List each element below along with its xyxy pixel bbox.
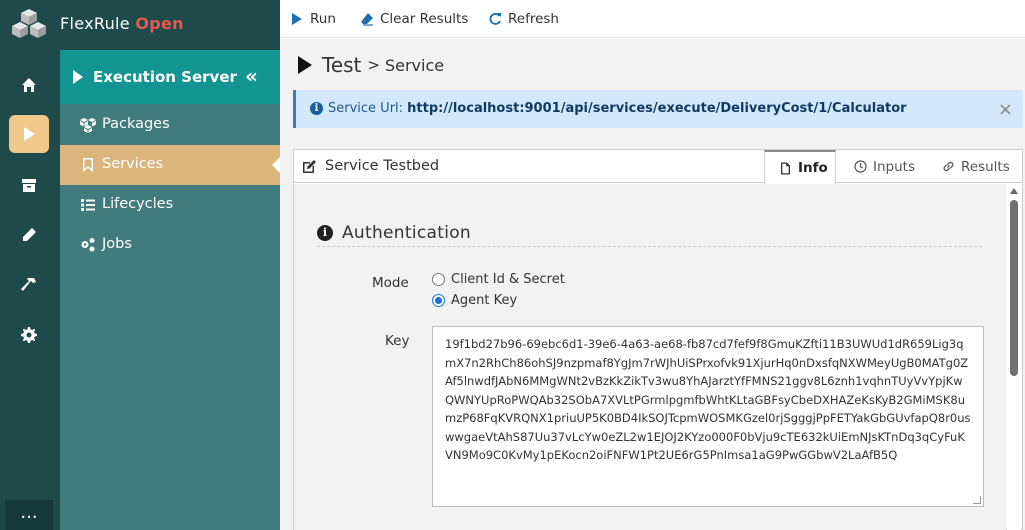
scroll-up-icon[interactable]	[1010, 188, 1018, 194]
gear-icon	[21, 327, 37, 343]
rail-archive-button[interactable]	[9, 166, 49, 204]
sidebar-item-jobs[interactable]: Jobs	[60, 225, 280, 265]
list-icon	[80, 197, 96, 213]
alert-prefix: Service Url:	[328, 101, 408, 116]
scroll-thumb[interactable]	[1010, 200, 1018, 376]
sidebar-item-lifecycles[interactable]: Lifecycles	[60, 185, 280, 225]
sidebar-item-services[interactable]: Services	[60, 145, 280, 185]
play-icon	[73, 70, 83, 84]
info-icon: i	[310, 102, 323, 115]
section-title: Authentication	[342, 222, 471, 243]
edit-icon	[303, 159, 316, 173]
radio-button-selected[interactable]	[432, 294, 445, 307]
tab-info[interactable]: Info	[764, 150, 836, 184]
collapse-sidebar-icon[interactable]: «	[245, 64, 258, 88]
mode-label: Mode	[372, 275, 409, 291]
service-testbed-panel: Service Testbed Info Inputs Results i Au…	[293, 149, 1023, 530]
main-content: Test > Service i Service Url: http://loc…	[280, 39, 1025, 530]
service-url: http://localhost:9001/api/services/execu…	[407, 101, 907, 116]
sidebar-item-label: Packages	[102, 116, 170, 132]
app-edition: Open	[135, 14, 184, 33]
sidebar-header: Execution Server «	[60, 50, 280, 104]
sidebar-item-packages[interactable]: Packages	[60, 105, 280, 145]
file-icon	[781, 162, 790, 174]
play-icon	[298, 56, 312, 74]
app-header: FlexRule Open	[0, 0, 280, 50]
tab-inputs[interactable]: Inputs	[854, 150, 915, 183]
key-value: 19f1bd27b96-69ebc6d1-39e6-4a63-ae68-fb87…	[445, 337, 971, 462]
sidebar-item-label: Services	[102, 156, 164, 172]
run-button[interactable]: Run	[290, 9, 336, 29]
tab-label: Inputs	[873, 158, 915, 175]
alert-text: Service Url: http://localhost:9001/api/s…	[328, 101, 907, 116]
breadcrumb-separator: >	[367, 56, 380, 74]
panel-title-text: Service Testbed	[325, 158, 440, 174]
authentication-section: i Authentication	[317, 219, 982, 247]
run-label: Run	[310, 11, 336, 27]
resize-handle-icon[interactable]	[973, 496, 981, 504]
hammer-icon	[21, 278, 36, 291]
panel-scrollbar[interactable]	[1007, 184, 1021, 530]
radio-agent-key[interactable]: Agent Key	[432, 293, 517, 308]
rail-tools-button[interactable]	[9, 266, 49, 304]
app-name-text: FlexRule	[60, 14, 130, 33]
home-icon	[22, 78, 36, 92]
clear-results-label: Clear Results	[380, 11, 469, 27]
app-name: FlexRule Open	[60, 14, 184, 33]
tab-label: Info	[798, 160, 828, 176]
sidebar-item-label: Lifecycles	[102, 196, 174, 212]
breadcrumb-root[interactable]: Test	[322, 53, 361, 77]
link-icon	[943, 161, 954, 172]
breadcrumb: Test > Service	[298, 53, 444, 77]
radio-button[interactable]	[432, 273, 445, 286]
bookmark-icon	[80, 157, 96, 173]
eraser-icon	[361, 13, 373, 26]
tab-results[interactable]: Results	[942, 150, 1010, 183]
radio-client-id-secret[interactable]: Client Id & Secret	[432, 272, 565, 287]
panel-body: i Authentication Mode Client Id & Secret…	[294, 184, 1006, 530]
info-icon: i	[317, 224, 333, 241]
rail-more-button[interactable]: ...	[5, 500, 53, 530]
rail-settings-button[interactable]	[9, 316, 49, 354]
rail-edit-button[interactable]	[9, 216, 49, 254]
sidebar-item-label: Jobs	[102, 236, 132, 252]
sidebar: Execution Server « Packages Services Lif…	[60, 50, 280, 530]
panel-title: Service Testbed	[302, 158, 439, 174]
play-icon	[292, 13, 302, 25]
clear-results-button[interactable]: Clear Results	[360, 9, 468, 29]
archive-icon	[22, 179, 36, 192]
radio-label: Client Id & Secret	[451, 272, 565, 287]
toolbar: Run Clear Results Refresh	[280, 0, 1025, 38]
rail-home-button[interactable]	[9, 66, 49, 104]
refresh-label: Refresh	[508, 11, 559, 27]
panel-header: Service Testbed Info Inputs Results	[294, 150, 1022, 184]
refresh-icon	[489, 13, 501, 25]
tab-label: Results	[961, 158, 1010, 175]
sidebar-title: Execution Server	[93, 68, 237, 86]
radio-label: Agent Key	[451, 293, 518, 308]
rail-execution-button[interactable]	[9, 115, 49, 153]
close-alert-icon[interactable]: ×	[998, 99, 1013, 120]
pencil-icon	[23, 228, 36, 241]
play-icon	[24, 127, 35, 141]
refresh-button[interactable]: Refresh	[488, 9, 559, 29]
key-textarea[interactable]: 19f1bd27b96-69ebc6d1-39e6-4a63-ae68-fb87…	[432, 326, 984, 507]
cubes-icon	[80, 117, 96, 133]
service-url-alert: i Service Url: http://localhost:9001/api…	[293, 90, 1023, 128]
breadcrumb-current: Service	[384, 55, 445, 75]
clock-icon	[854, 160, 867, 173]
logo-cubes-icon	[12, 9, 46, 38]
key-label: Key	[385, 333, 410, 349]
gears-icon	[80, 237, 96, 253]
